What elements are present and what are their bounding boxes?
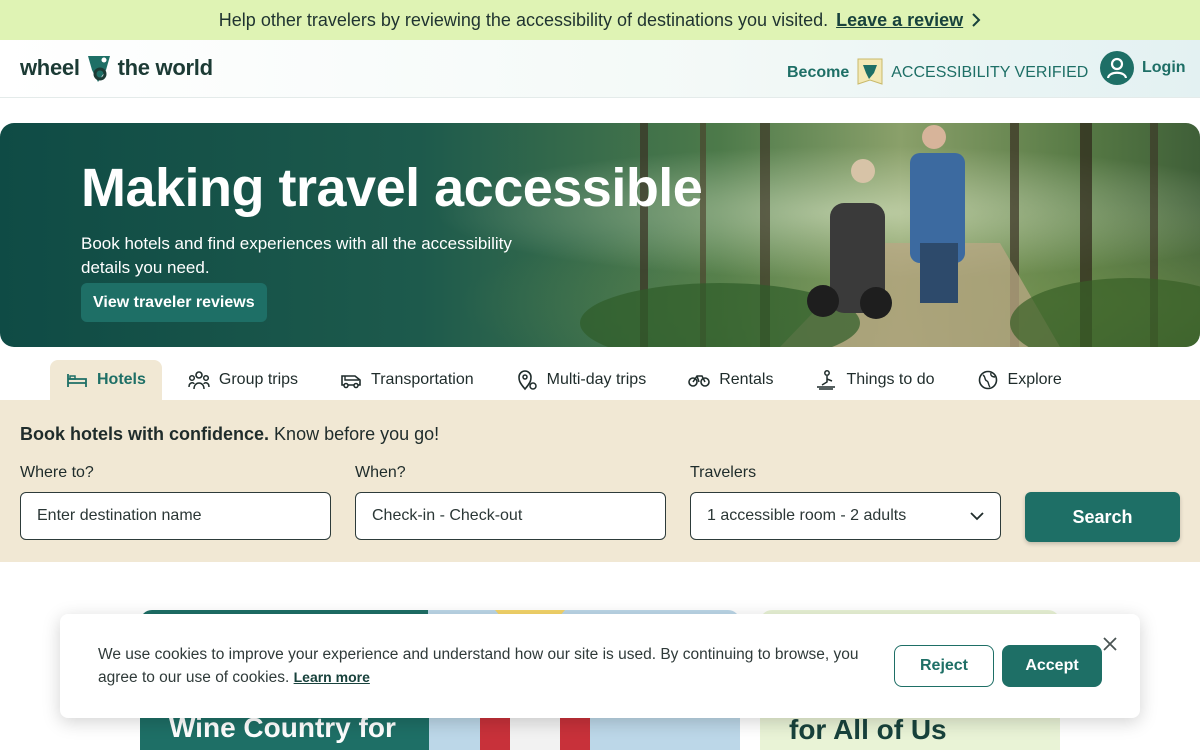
chevron-down-icon: [970, 512, 984, 521]
review-banner-message: Help other travelers by reviewing the ac…: [218, 9, 829, 30]
logo-mark-icon: [87, 56, 110, 82]
tab-multi-day-trips-label: Multi-day trips: [546, 371, 647, 388]
when-label: When?: [355, 464, 406, 481]
tab-rentals-label: Rentals: [719, 371, 774, 388]
group-icon: [188, 371, 210, 390]
view-reviews-button[interactable]: View traveler reviews: [81, 283, 267, 322]
travelers-value: 1 accessible room - 2 adults: [707, 507, 907, 524]
bike-icon: [688, 375, 711, 387]
tab-hotels[interactable]: Hotels: [50, 360, 162, 400]
van-icon: [341, 375, 361, 389]
site-header: wheel the world Become ACCESSIBILITY VER…: [0, 40, 1200, 98]
tab-transportation-label: Transportation: [371, 371, 474, 388]
search-headline-rest: Know before you go!: [274, 424, 440, 444]
accept-cookies-button[interactable]: Accept: [1002, 645, 1102, 687]
logo-text-left: wheel: [20, 55, 80, 80]
search-headline-bold: Book hotels with confidence.: [20, 424, 270, 444]
travelers-label: Travelers: [690, 464, 757, 481]
search-button[interactable]: Search: [1025, 492, 1180, 542]
tab-explore-label: Explore: [1007, 371, 1062, 388]
leave-review-label: Leave a review: [836, 9, 964, 30]
travelers-select[interactable]: 1 accessible room - 2 adults: [690, 492, 1001, 540]
review-banner: Help other travelers by reviewing the ac…: [0, 0, 1200, 40]
login-label: Login: [1142, 59, 1186, 76]
where-label: Where to?: [20, 464, 94, 481]
globe-icon: [978, 370, 997, 390]
tab-things-to-do[interactable]: Things to do: [799, 360, 950, 400]
learn-more-link[interactable]: Learn more: [294, 669, 370, 685]
tab-multi-day-trips[interactable]: Multi-day trips: [500, 360, 663, 400]
leave-review-link[interactable]: Leave a review: [836, 10, 981, 31]
map-pin-icon: [517, 370, 537, 391]
become-label: Become: [787, 64, 850, 81]
tab-hotels-label: Hotels: [97, 371, 146, 388]
tab-things-to-do-label: Things to do: [846, 371, 935, 388]
site-logo[interactable]: wheel the world: [20, 52, 213, 84]
destination-input[interactable]: Enter destination name: [20, 492, 331, 540]
cookie-consent-banner: We use cookies to improve your experienc…: [60, 614, 1140, 718]
search-headline: Book hotels with confidence. Know before…: [20, 424, 439, 445]
date-range-input[interactable]: Check-in - Check-out: [355, 492, 666, 540]
destination-placeholder: Enter destination name: [37, 507, 202, 524]
hero-banner: Making travel accessible Book hotels and…: [0, 123, 1200, 347]
accessibility-verified-link[interactable]: Become ACCESSIBILITY VERIFIED: [787, 58, 1088, 88]
tab-group-trips[interactable]: Group trips: [172, 360, 314, 400]
bed-icon: [67, 374, 87, 387]
activity-icon: [817, 370, 836, 390]
user-icon: [1100, 51, 1134, 85]
hero-subtitle: Book hotels and find experiences with al…: [81, 234, 512, 277]
verified-badge-icon: [857, 58, 883, 85]
hotel-search-panel: Book hotels with confidence. Know before…: [0, 400, 1200, 562]
reject-cookies-button[interactable]: Reject: [894, 645, 994, 687]
logo-text-right: the world: [117, 55, 213, 80]
chevron-right-icon: [972, 13, 981, 27]
hero-title: Making travel accessible: [81, 158, 703, 218]
close-icon[interactable]: [1100, 634, 1120, 654]
accessibility-verified-label: ACCESSIBILITY VERIFIED: [891, 64, 1089, 81]
date-range-placeholder: Check-in - Check-out: [372, 507, 523, 524]
tab-transportation[interactable]: Transportation: [324, 360, 490, 400]
tab-rentals[interactable]: Rentals: [672, 360, 789, 400]
login-button[interactable]: Login: [1100, 51, 1186, 85]
card-title: for All of Us: [789, 714, 947, 745]
product-tabs: Hotels Group trips Transportation Multi-…: [50, 360, 1088, 400]
tab-group-trips-label: Group trips: [218, 371, 299, 388]
cookie-message: We use cookies to improve your experienc…: [98, 644, 868, 689]
cookie-text: We use cookies to improve your experienc…: [98, 646, 859, 686]
tab-explore[interactable]: Explore: [961, 360, 1078, 400]
